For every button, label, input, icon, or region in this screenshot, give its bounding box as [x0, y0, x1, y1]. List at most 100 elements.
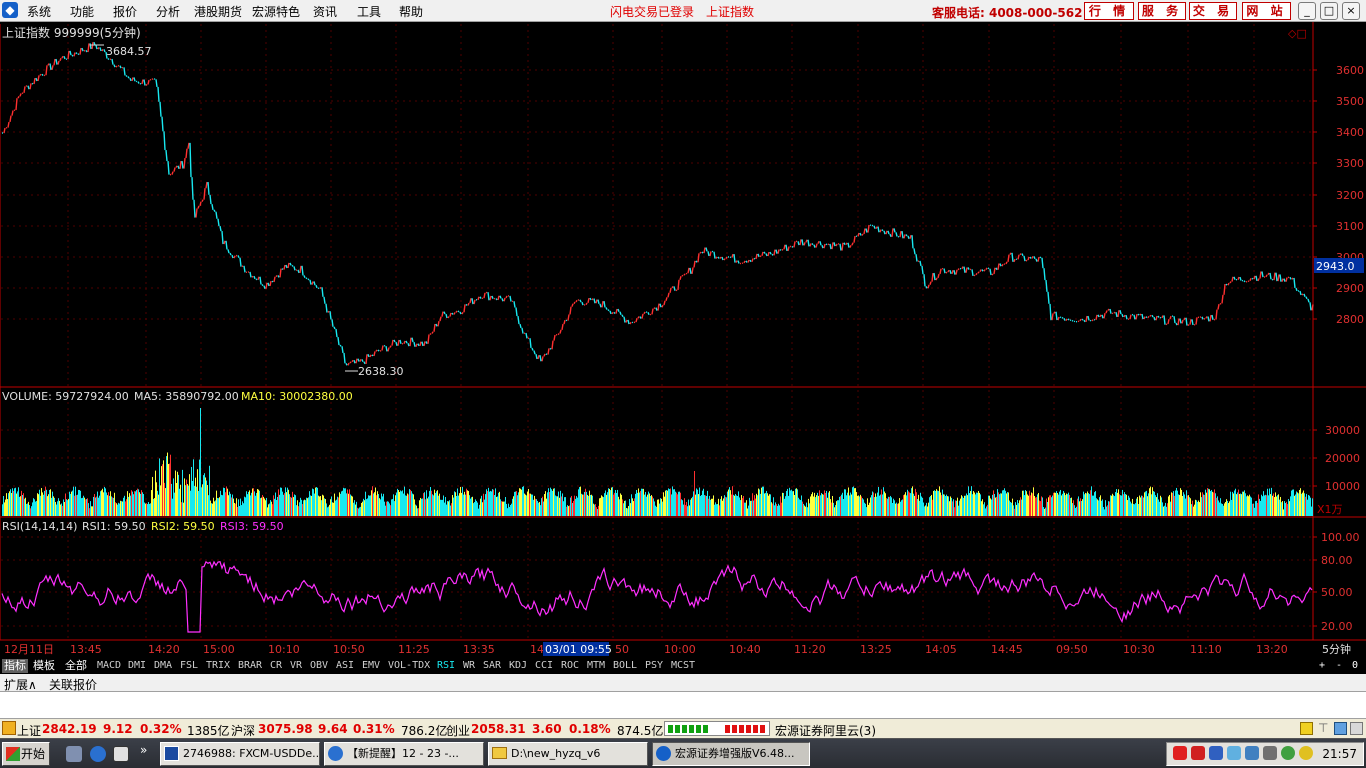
app-logo-icon[interactable]: ◆ — [2, 2, 18, 18]
clock[interactable]: 21:57 — [1322, 747, 1357, 761]
tab-sar[interactable]: SAR — [483, 659, 501, 673]
tab-psy[interactable]: PSY — [645, 659, 663, 673]
tab-trix[interactable]: TRIX — [206, 659, 230, 673]
tab-templates[interactable]: 模板 — [33, 659, 55, 673]
volume-bar — [1083, 491, 1084, 516]
menu-function[interactable]: 功能 — [70, 3, 94, 20]
zoom-out-button[interactable]: - — [1336, 659, 1342, 673]
tab-cci[interactable]: CCI — [535, 659, 553, 673]
tab-wr[interactable]: WR — [463, 659, 475, 673]
volume-bar — [971, 486, 972, 516]
tab-vr[interactable]: VR — [290, 659, 302, 673]
menu-quotes[interactable]: 报价 — [113, 3, 137, 20]
tab-all[interactable]: 全部 — [65, 659, 87, 673]
menu-hongyuan-features[interactable]: 宏源特色 — [252, 3, 300, 20]
tab-cr[interactable]: CR — [270, 659, 282, 673]
tab-brar[interactable]: BRAR — [238, 659, 262, 673]
menu-analysis[interactable]: 分析 — [156, 3, 180, 20]
tab-asi[interactable]: ASI — [336, 659, 354, 673]
settings-icon[interactable] — [1350, 722, 1363, 735]
hs-index-value[interactable]: 3075.98 — [258, 722, 313, 736]
tab-boll[interactable]: BOLL — [613, 659, 637, 673]
price-segment — [49, 63, 52, 70]
trade-button[interactable]: 交 易 — [1189, 2, 1237, 20]
sh-index-value[interactable]: 2842.19 — [42, 722, 97, 736]
tab-dma[interactable]: DMA — [154, 659, 172, 673]
status-menu-icon[interactable] — [2, 721, 16, 735]
related-quotes-tab[interactable]: 关联报价 — [49, 676, 97, 693]
tray-update-icon[interactable] — [1263, 746, 1277, 760]
tab-macd[interactable]: MACD — [97, 659, 121, 673]
price-segment — [471, 298, 474, 305]
volume-bar — [1290, 496, 1291, 516]
tray-sound-icon[interactable] — [1281, 746, 1295, 760]
taskbar-item-folder[interactable]: D:\new_hyzq_v6 — [488, 742, 648, 766]
tray-network-icon[interactable] — [1245, 746, 1259, 760]
tab-vol-tdx[interactable]: VOL-TDX — [388, 659, 430, 673]
menu-tools[interactable]: 工具 — [357, 3, 381, 20]
tab-kdj[interactable]: KDJ — [509, 659, 527, 673]
volume-bar — [888, 496, 889, 516]
current-symbol-link[interactable]: 上证指数 — [706, 3, 754, 20]
menu-help[interactable]: 帮助 — [399, 3, 423, 20]
volume-bar — [970, 491, 971, 516]
minimize-icon[interactable]: _ — [1298, 2, 1316, 20]
price-segment — [35, 77, 38, 82]
quotes-button[interactable]: 行 情 — [1084, 2, 1134, 20]
website-button[interactable]: 网 站 — [1242, 2, 1291, 20]
chart-svg[interactable]: 上证指数 999999(5分钟) ◇□ 3684.57 2638.30 3600… — [0, 22, 1366, 658]
cy-index-value[interactable]: 2058.31 — [471, 722, 526, 736]
window-switch-icon[interactable] — [113, 746, 129, 762]
zoom-in-button[interactable]: + — [1319, 659, 1325, 673]
zoom-reset-button[interactable]: 0 — [1352, 659, 1358, 673]
tab-emv[interactable]: EMV — [362, 659, 380, 673]
menu-info[interactable]: 资讯 — [313, 3, 337, 20]
price-segment — [895, 232, 898, 237]
tab-fsl[interactable]: FSL — [180, 659, 198, 673]
close-icon[interactable]: × — [1342, 2, 1360, 20]
tray-keyboard-icon[interactable] — [1209, 746, 1223, 760]
tab-obv[interactable]: OBV — [310, 659, 328, 673]
tab-dmi[interactable]: DMI — [128, 659, 146, 673]
volume-bar — [833, 502, 834, 516]
show-desktop-icon[interactable] — [66, 746, 82, 762]
menu-system[interactable]: 系统 — [27, 3, 51, 20]
service-button[interactable]: 服 务 — [1138, 2, 1186, 20]
taskbar-item-hongyuan[interactable]: 宏源证券增强版V6.48... — [652, 742, 810, 766]
indicator-tab-bar: 指标 模板 全部 MACD DMI DMA FSL TRIX BRAR CR V… — [0, 658, 1366, 674]
lock-icon[interactable] — [1300, 722, 1313, 735]
price-segment — [605, 307, 608, 310]
volume-bar — [13, 490, 14, 516]
broker-server-label[interactable]: 宏源证券阿里云(3) — [775, 722, 876, 739]
tray-volume-icon[interactable] — [1299, 746, 1313, 760]
taskbar-item-fxcm[interactable]: 2746988: FXCM-USDDe... — [160, 742, 320, 766]
tab-roc[interactable]: ROC — [561, 659, 579, 673]
volume-bar — [980, 494, 981, 516]
tab-mcst[interactable]: MCST — [671, 659, 695, 673]
ie-icon[interactable] — [90, 746, 106, 762]
tray-app-icon[interactable] — [1173, 746, 1187, 760]
price-segment — [273, 276, 276, 283]
volume-bar — [1101, 500, 1102, 516]
start-button[interactable]: 开始 — [2, 742, 50, 766]
taskbar-item-browser[interactable]: 【新提醒】12 - 23 -... — [324, 742, 484, 766]
restore-icon[interactable]: □ — [1320, 2, 1338, 20]
tray-security-icon[interactable] — [1227, 746, 1241, 760]
volume-bar — [1270, 494, 1271, 516]
expand-tab[interactable]: 扩展∧ — [4, 676, 37, 693]
tab-rsi[interactable]: RSI — [437, 659, 455, 673]
chart-area[interactable]: 上证指数 999999(5分钟) ◇□ 3684.57 2638.30 3600… — [0, 22, 1366, 658]
price-segment — [149, 78, 152, 81]
quick-launch-more-icon[interactable]: » — [140, 743, 147, 757]
panel-expand-icon[interactable]: ◇□ — [1288, 27, 1307, 40]
menu-hk-futures[interactable]: 港股期货 — [194, 3, 242, 20]
tray-antivirus-icon[interactable] — [1191, 746, 1205, 760]
flash-trade-status[interactable]: 闪电交易已登录 — [610, 3, 694, 20]
price-segment — [653, 307, 656, 310]
volume-bar — [957, 497, 958, 516]
tab-mtm[interactable]: MTM — [587, 659, 605, 673]
volume-bar — [905, 492, 906, 516]
volume-bar — [540, 505, 541, 516]
tab-indicators[interactable]: 指标 — [2, 659, 28, 673]
period-label[interactable]: 5分钟 — [1322, 642, 1351, 656]
